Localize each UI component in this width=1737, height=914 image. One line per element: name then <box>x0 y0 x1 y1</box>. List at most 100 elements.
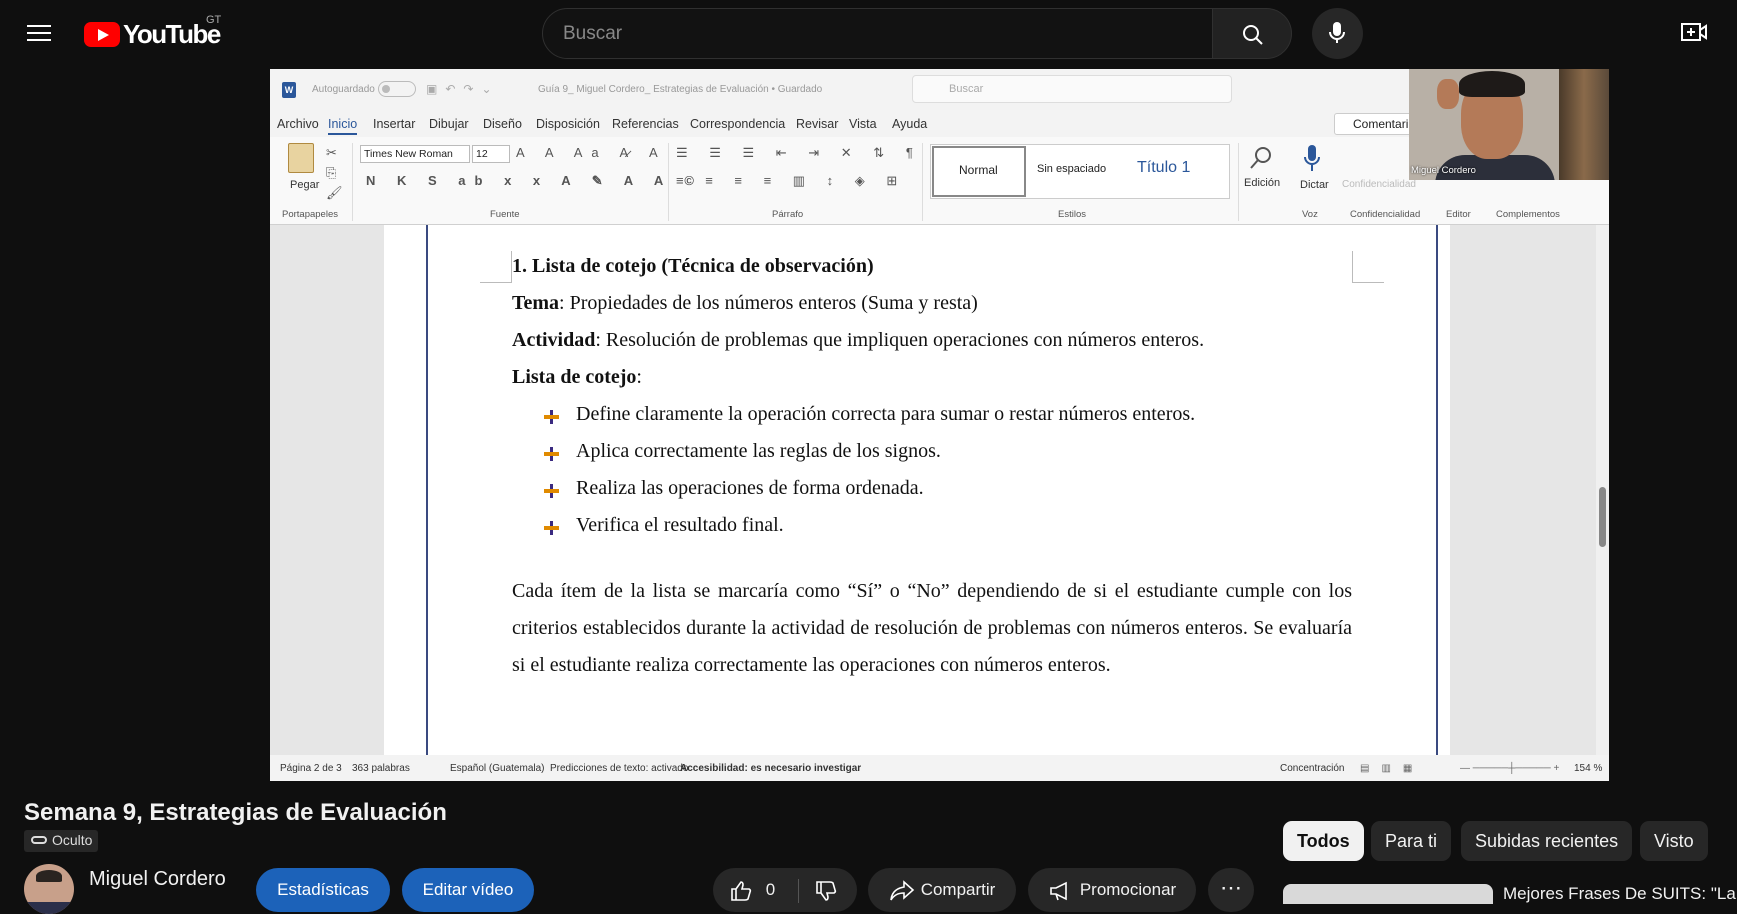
checklist-item: Realiza las operaciones de forma ordenad… <box>576 477 924 499</box>
style-title-1[interactable]: Título 1 <box>1137 159 1190 177</box>
promote-label: Promocionar <box>1079 880 1177 899</box>
menu-revisar[interactable]: Revisar <box>796 117 838 131</box>
style-no-spacing[interactable]: Sin espaciado <box>1037 163 1106 175</box>
channel-name[interactable]: Miguel Cordero <box>89 868 226 891</box>
bullet-icon <box>544 484 559 498</box>
predictions-status[interactable]: Predicciones de texto: activado <box>550 763 688 774</box>
bullet-icon <box>544 410 559 424</box>
create-video-button[interactable] <box>1680 20 1710 48</box>
group-addins: Complementos <box>1496 209 1560 220</box>
group-voice: Voz <box>1302 209 1318 220</box>
crop-mark <box>480 251 512 283</box>
zoom-level[interactable]: 154 % <box>1574 763 1602 774</box>
paste-icon[interactable] <box>288 143 314 173</box>
search-input[interactable]: Buscar <box>542 8 1214 59</box>
menu-diseno[interactable]: Diseño <box>483 117 522 131</box>
font-size-select[interactable]: 12 <box>472 145 510 163</box>
chip-recent-uploads[interactable]: Subidas recientes <box>1461 821 1633 861</box>
search-button[interactable] <box>1212 8 1292 59</box>
share-label: Compartir <box>920 880 996 899</box>
share-icon <box>889 879 914 900</box>
webcam-bookshelf <box>1559 69 1609 180</box>
paste-label: Pegar <box>290 179 320 191</box>
visibility-badge: Oculto <box>24 830 99 852</box>
word-search-input[interactable]: Buscar <box>912 75 1232 103</box>
document-page[interactable]: 1. Lista de cotejo (Técnica de observaci… <box>384 225 1450 755</box>
menu-insertar[interactable]: Insertar <box>373 117 415 131</box>
top-bar: YouTube GT Buscar <box>0 0 1737 68</box>
document-canvas[interactable]: 1. Lista de cotejo (Técnica de observaci… <box>270 225 1609 755</box>
accessibility-status[interactable]: Accesibilidad: es necesario investigar <box>680 763 861 774</box>
thumbs-down-icon[interactable] <box>814 879 838 903</box>
menu-correspondencia[interactable]: Correspondencia <box>690 117 785 131</box>
alignment-tools-icons[interactable]: ≡ ≡ ≡ ≡ ▥ ↕ ◈ ⊞ <box>676 173 906 189</box>
link-icon <box>31 836 47 844</box>
dictate-label[interactable]: Dictar <box>1300 179 1329 191</box>
zoom-slider[interactable]: — ─────┼───── + <box>1460 763 1559 774</box>
video-player[interactable]: W Autoguardado ▣↶↷⌄ Guía 9_ Miguel Corde… <box>270 69 1609 781</box>
page-count[interactable]: Página 2 de 3 <box>280 763 342 774</box>
word-count[interactable]: 363 palabras <box>352 763 410 774</box>
autosave-toggle[interactable] <box>378 81 416 97</box>
avatar[interactable] <box>24 864 74 914</box>
styles-gallery[interactable]: Normal Sin espaciado Título 1 <box>930 144 1230 199</box>
language-status[interactable]: Español (Guatemala) <box>450 763 545 774</box>
menu-inicio[interactable]: Inicio <box>328 117 358 135</box>
edition-label[interactable]: Edición <box>1244 177 1280 189</box>
ribbon-separator <box>352 143 353 221</box>
crop-mark <box>1352 251 1384 283</box>
country-code: GT <box>206 14 222 26</box>
share-button[interactable]: Compartir <box>868 868 1016 912</box>
group-clipboard: Portapapeles <box>282 209 338 220</box>
view-mode-icons[interactable]: ▤▥▦ <box>1360 763 1424 774</box>
menu-vista[interactable]: Vista <box>849 117 877 131</box>
group-styles: Estilos <box>1058 209 1086 220</box>
menu-referencias[interactable]: Referencias <box>612 117 679 131</box>
promote-button[interactable]: Promocionar <box>1028 868 1196 912</box>
chip-all[interactable]: Todos <box>1283 821 1364 861</box>
find-icon[interactable] <box>1248 145 1274 171</box>
stats-button[interactable]: Estadísticas <box>256 868 390 912</box>
group-confidentiality: Confidencialidad <box>1350 209 1421 220</box>
scrollbar-thumb[interactable] <box>1599 487 1606 547</box>
more-actions-icon[interactable]: ⋯ <box>1208 868 1254 912</box>
menu-archivo[interactable]: Archivo <box>277 117 319 131</box>
edit-video-button[interactable]: Editar vídeo <box>402 868 534 912</box>
create-video-icon <box>1681 23 1707 41</box>
focus-mode[interactable]: Concentración <box>1280 763 1344 774</box>
checklist-item: Define claramente la operación correcta … <box>576 403 1196 425</box>
like-dislike-group: 0 <box>713 868 857 912</box>
font-tools-icons[interactable]: A A Aa A̷ A <box>516 145 667 160</box>
group-paragraph: Párrafo <box>772 209 804 220</box>
explanation-paragraph: Cada ítem de la lista se marcaría como “… <box>512 580 1352 676</box>
search-icon <box>1243 25 1263 45</box>
section-heading: 1. Lista de cotejo (Técnica de observaci… <box>512 255 874 277</box>
chip-watched[interactable]: Visto <box>1640 821 1708 861</box>
font-name-select[interactable]: Times New Roman <box>360 145 470 163</box>
bullet-icon <box>544 521 559 535</box>
tema-label: Tema <box>512 292 560 314</box>
webcam-person-hair <box>1459 71 1525 97</box>
clipboard-tools-icons[interactable]: ✂ ⎘ 🖌 <box>326 143 343 203</box>
list-tools-icons[interactable]: ☰ ☰ ☰ ⇤ ⇥ ✕ ⇅ ¶ <box>676 145 922 161</box>
menu-disposicion[interactable]: Disposición <box>536 117 600 131</box>
youtube-logo[interactable]: YouTube GT <box>84 14 221 50</box>
format-buttons-icons[interactable]: N K S ab x x A ✎ A A © <box>366 173 703 189</box>
chip-for-you[interactable]: Para ti <box>1371 821 1452 861</box>
word-status-bar: Página 2 de 3 363 palabras Español (Guat… <box>270 755 1609 781</box>
voice-search-button[interactable] <box>1312 8 1363 59</box>
tema-value: : Propiedades de los números enteros (Su… <box>559 292 978 314</box>
video-title: Semana 9, Estrategias de Evaluación <box>24 799 447 826</box>
menu-ayuda[interactable]: Ayuda <box>892 117 927 131</box>
divider <box>797 878 799 903</box>
dictate-microphone-icon[interactable] <box>1303 143 1321 173</box>
recommended-thumbnail[interactable] <box>1283 884 1493 904</box>
recommended-title[interactable]: Mejores Frases De SUITS: "La <box>1503 884 1736 904</box>
confidentiality-label[interactable]: Confidencialidad <box>1342 179 1416 190</box>
ribbon-separator <box>1238 143 1239 221</box>
like-button[interactable]: 0 <box>729 880 780 901</box>
menu-dibujar[interactable]: Dibujar <box>429 117 469 131</box>
style-normal[interactable]: Normal <box>959 163 998 177</box>
document-scrollbar[interactable] <box>1596 225 1609 755</box>
hamburger-menu-icon[interactable] <box>22 20 56 48</box>
